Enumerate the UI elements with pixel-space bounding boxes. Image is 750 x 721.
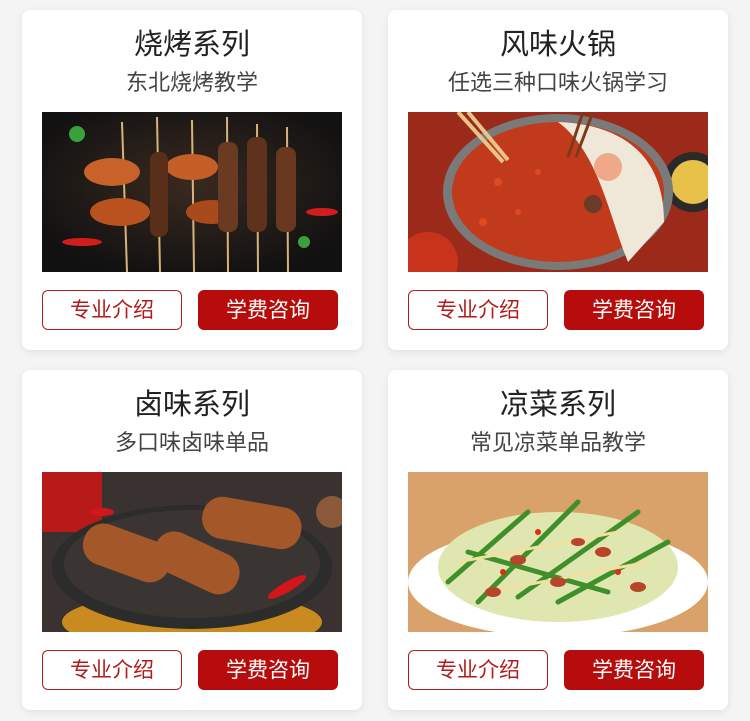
card-subtitle: 东北烧烤教学 bbox=[125, 71, 258, 96]
course-card-cold-dishes: 凉菜系列 常见凉菜单品教学 专业介绍 学费咨询 bbox=[388, 370, 728, 710]
course-card-hotpot: 风味火锅 任选三种口味火锅学习 专业介绍 学费咨询 bbox=[388, 10, 728, 350]
course-grid: 烧烤系列 东北烧烤教学 专业介绍 学费咨询 风味火锅 任选三种口味火锅学习 专业… bbox=[0, 0, 750, 721]
intro-button[interactable]: 专业介绍 bbox=[408, 650, 548, 690]
card-subtitle: 多口味卤味单品 bbox=[114, 431, 269, 456]
card-title: 烧烤系列 bbox=[133, 27, 250, 61]
tuition-consult-button[interactable]: 学费咨询 bbox=[198, 650, 338, 690]
card-subtitle: 常见凉菜单品教学 bbox=[469, 431, 646, 456]
card-subtitle: 任选三种口味火锅学习 bbox=[447, 71, 668, 96]
grilled-skewers-photo bbox=[42, 112, 342, 272]
intro-button[interactable]: 专业介绍 bbox=[408, 290, 548, 330]
tuition-consult-button[interactable]: 学费咨询 bbox=[564, 650, 704, 690]
card-title: 卤味系列 bbox=[133, 387, 250, 421]
card-title: 风味火锅 bbox=[499, 27, 616, 61]
tuition-consult-button[interactable]: 学费咨询 bbox=[564, 290, 704, 330]
intro-button[interactable]: 专业介绍 bbox=[42, 290, 182, 330]
hotpot-photo bbox=[408, 112, 708, 272]
intro-button[interactable]: 专业介绍 bbox=[42, 650, 182, 690]
course-card-bbq: 烧烤系列 东北烧烤教学 专业介绍 学费咨询 bbox=[22, 10, 362, 350]
tuition-consult-button[interactable]: 学费咨询 bbox=[198, 290, 338, 330]
card-title: 凉菜系列 bbox=[499, 387, 616, 421]
braised-duck-necks-photo bbox=[42, 472, 342, 632]
cold-cucumber-salad-photo bbox=[408, 472, 708, 632]
course-card-braised: 卤味系列 多口味卤味单品 专业介绍 学费咨询 bbox=[22, 370, 362, 710]
